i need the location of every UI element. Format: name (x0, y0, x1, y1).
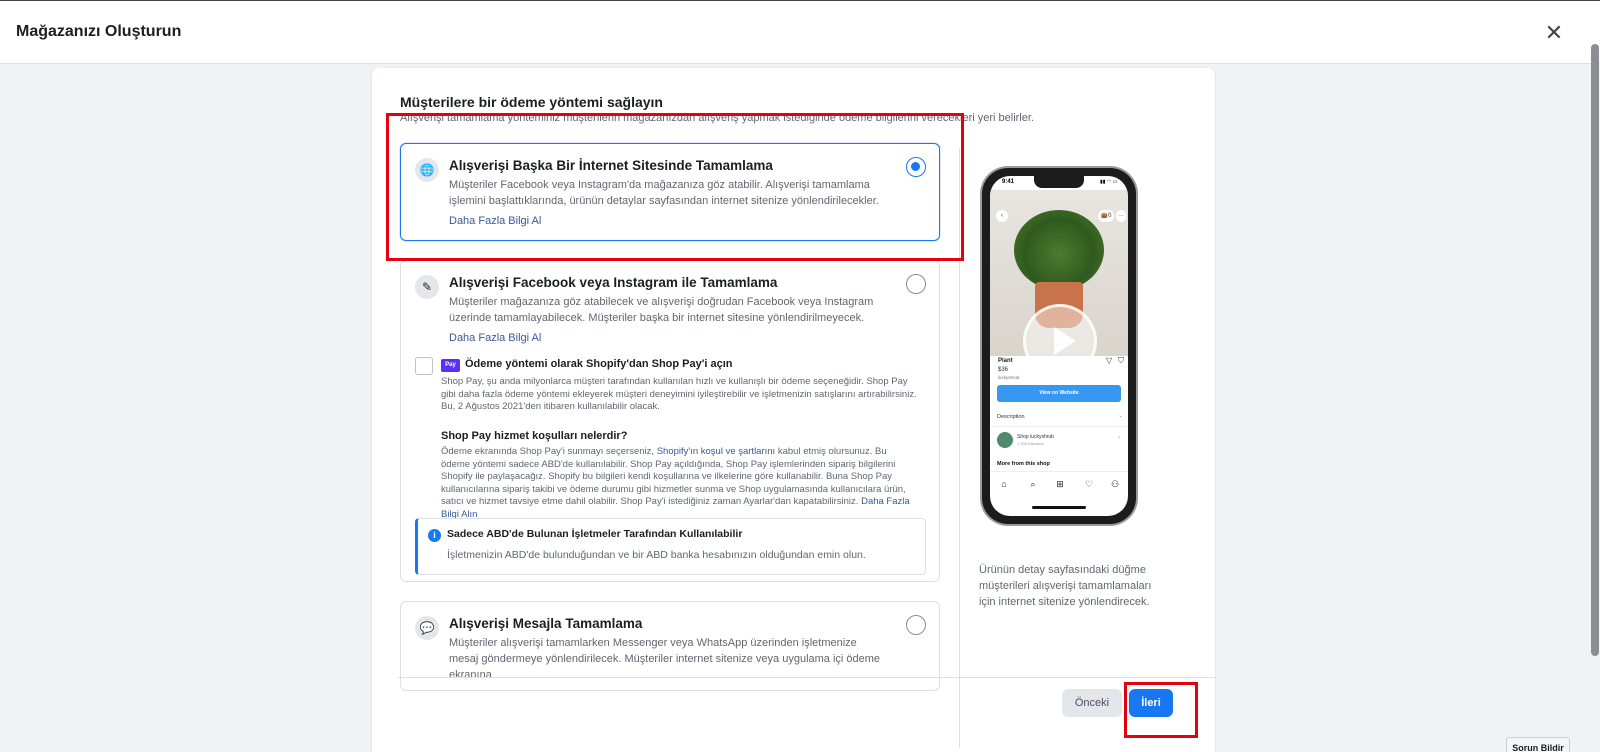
terms-text-part: Ödeme ekranında Shop Pay'i sunmayı seçer… (441, 446, 657, 457)
option-other-website[interactable]: 🌐 Alışverişi Başka Bir İnternet Sitesind… (400, 143, 940, 241)
option-description: Müşteriler Facebook veya Instagram'da ma… (449, 179, 879, 207)
option-description: Müşteriler mağazanıza göz atabilecek ve … (449, 296, 874, 324)
section-heading: Müşterilere bir ödeme yöntemi sağlayın (400, 94, 663, 110)
phone-notch (1034, 176, 1084, 188)
divider (990, 426, 1128, 427)
section-subheading: Alışverişi tamamlama yönteminiz müşteril… (400, 112, 1034, 124)
status-icons: ▮▮ ◠ ▭ (1100, 179, 1118, 185)
main-card: Müşterilere bir ödeme yöntemi sağlayın A… (372, 68, 1215, 752)
footer-divider (398, 677, 1215, 678)
shop-followers: 1,209 followers (1017, 441, 1044, 446)
shop-pay-checkbox[interactable] (415, 357, 433, 375)
phone-preview: ‹ 👜0 ··· 9:41 ▮▮ ◠ ▭ Plant $36 luckyshru… (982, 168, 1136, 524)
description-label: Description (997, 414, 1025, 420)
preview-caption: Ürünün detay sayfasındaki düğme müşteril… (979, 564, 1152, 608)
shop-pay-checkbox-label: Ödeme yöntemi olarak Shopify'dan Shop Pa… (465, 358, 733, 370)
page-title: Mağazanızı Oluşturun (16, 23, 182, 40)
more-icon: ··· (1116, 210, 1126, 222)
tag-icon: ✎ (415, 275, 439, 299)
column-divider (959, 148, 960, 748)
close-icon[interactable]: ✕ (1540, 19, 1568, 47)
shop-pay-terms-question: Shop Pay hizmet koşulları nelerdir? (441, 430, 628, 442)
add-icon: ⊞ (1056, 479, 1064, 489)
option-title: Alışverişi Mesajla Tamamlama (449, 616, 643, 631)
shop-pay-logo: Pay (441, 359, 460, 372)
chevron-right-icon: › (1118, 435, 1120, 441)
phone-tab-bar: ⌂ ⌕ ⊞ ♡ ⚇ (990, 471, 1128, 495)
globe-icon: 🌐 (415, 158, 439, 182)
phone-screen: ‹ 👜0 ··· 9:41 ▮▮ ◠ ▭ Plant $36 luckyshru… (990, 176, 1128, 516)
share-icon: ▽ (1106, 356, 1113, 365)
chat-icon: 💬 (415, 616, 439, 640)
radio-facebook-instagram[interactable] (906, 274, 926, 294)
notice-title: Sadece ABD'de Bulunan İşletmeler Tarafın… (447, 528, 743, 540)
learn-more-link[interactable]: Daha Fazla Bilgi Al (449, 332, 541, 344)
more-from-shop-label: More from this shop (997, 461, 1050, 467)
phone-time: 9:41 (1002, 179, 1015, 185)
profile-icon: ⚇ (1110, 479, 1120, 489)
play-icon (1023, 304, 1097, 378)
heart-icon: ♡ (1084, 479, 1094, 489)
home-indicator (1032, 506, 1086, 509)
back-icon: ‹ (996, 210, 1008, 222)
bookmark-icon: ⛉ (1118, 356, 1124, 365)
scrollbar-thumb[interactable] (1591, 44, 1599, 656)
shop-avatar (997, 432, 1013, 448)
search-icon: ⌕ (1030, 479, 1036, 489)
radio-other-website[interactable] (906, 157, 926, 177)
product-name: Plant (998, 358, 1013, 364)
bag-icon: 👜0 (1098, 210, 1114, 222)
next-button[interactable]: İleri (1129, 689, 1173, 717)
option-description: Müşteriler alışverişi tamamlarken Messen… (449, 637, 881, 681)
product-image: ‹ 👜0 ··· (990, 190, 1128, 378)
plant-leaves (1014, 210, 1104, 290)
notice-description: İşletmenizin ABD'de bulunduğundan ve bir… (447, 549, 866, 561)
shop-name: Shop luckyshrub (1017, 434, 1054, 440)
top-bar: Mağazanızı Oluşturun ✕ (0, 0, 1600, 64)
info-icon: i (428, 529, 441, 542)
shopify-terms-link[interactable]: Shopify'ın koşul ve şartlarını (657, 446, 776, 457)
learn-more-link[interactable]: Daha Fazla Bilgi Al (449, 215, 541, 227)
radio-messaging[interactable] (906, 615, 926, 635)
option-facebook-instagram[interactable]: ✎ Alışverişi Facebook veya Instagram ile… (400, 260, 940, 582)
shop-pay-description: Shop Pay, şu anda milyonlarca müşteri ta… (441, 376, 917, 412)
shop-pay-terms-text: Ödeme ekranında Shop Pay'i sunmayı seçer… (441, 446, 911, 521)
home-icon: ⌂ (1001, 479, 1007, 489)
option-title: Alışverişi Başka Bir İnternet Sitesinde … (449, 158, 773, 173)
chevron-down-icon: ⌄ (1118, 413, 1124, 419)
product-shop: luckyshrub (998, 375, 1020, 380)
us-only-notice: i Sadece ABD'de Bulunan İşletmeler Taraf… (415, 518, 926, 575)
previous-button[interactable]: Önceki (1062, 689, 1122, 717)
option-title: Alışverişi Facebook veya Instagram ile T… (449, 275, 778, 290)
product-price: $36 (998, 367, 1009, 373)
report-problem-button[interactable]: Sorun Bildir (1506, 737, 1570, 752)
view-on-website-button: View on Website (997, 385, 1121, 402)
